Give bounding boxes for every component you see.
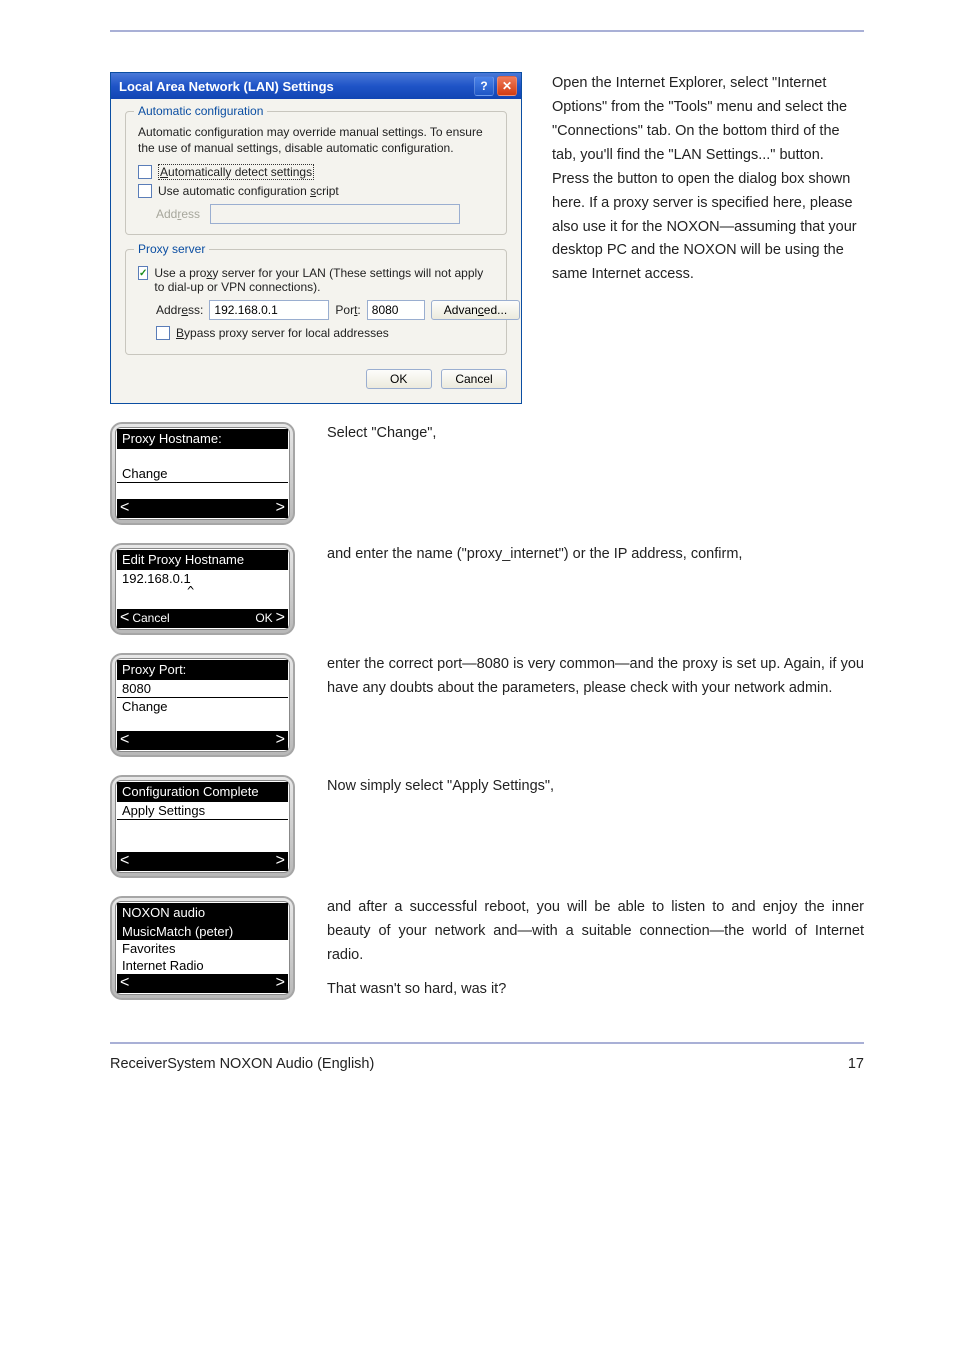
device-line[interactable]: Favorites xyxy=(117,940,288,957)
use-proxy-label: Use a proxy server for your LAN (These s… xyxy=(154,266,494,294)
device-line[interactable]: Apply Settings xyxy=(117,802,288,820)
para-successful-reboot: and after a successful reboot, you will … xyxy=(327,896,864,968)
use-proxy-checkbox[interactable]: ✓ xyxy=(138,266,148,280)
para-not-hard: That wasn't so hard, was it? xyxy=(327,978,864,1002)
device-title: Proxy Hostname: xyxy=(117,429,288,449)
nav-left-icon[interactable]: < xyxy=(120,975,129,991)
para-apply-settings: Now simply select "Apply Settings", xyxy=(327,775,864,799)
device-line: 8080 xyxy=(117,680,288,698)
nav-right-icon[interactable]: > xyxy=(276,853,285,869)
device-proxy-port: Proxy Port: 8080 Change < > xyxy=(110,653,295,757)
device-footer-cancel[interactable]: Cancel xyxy=(132,610,169,626)
nav-right-icon[interactable]: > xyxy=(276,732,285,748)
device-title: Configuration Complete xyxy=(117,782,288,802)
device-line[interactable]: 192.168.0.1 xyxy=(117,570,288,587)
device-title: NOXON audio xyxy=(117,903,288,923)
device-selected-line[interactable]: MusicMatch (peter) xyxy=(117,923,288,940)
para-select-change: Select "Change", xyxy=(327,422,864,446)
nav-right-icon[interactable]: > xyxy=(276,500,285,516)
group-legend: Proxy server xyxy=(134,242,209,256)
page-number: 17 xyxy=(848,1056,864,1072)
cancel-button[interactable]: Cancel xyxy=(441,369,507,389)
script-address-input xyxy=(210,204,460,224)
device-noxon-audio: NOXON audio MusicMatch (peter) Favorites… xyxy=(110,896,295,1000)
nav-right-icon[interactable]: > xyxy=(276,975,285,991)
device-edit-proxy-hostname: Edit Proxy Hostname 192.168.0.1 ^ < Canc… xyxy=(110,543,295,635)
proxy-address-input[interactable] xyxy=(209,300,329,320)
proxy-server-group: Proxy server ✓ Use a proxy server for yo… xyxy=(125,249,507,355)
dialog-title: Local Area Network (LAN) Settings xyxy=(119,79,471,94)
device-configuration-complete: Configuration Complete Apply Settings < … xyxy=(110,775,295,878)
device-footer-ok[interactable]: OK xyxy=(255,610,272,626)
dialog-titlebar: Local Area Network (LAN) Settings ? ✕ xyxy=(111,73,521,99)
para-lan-settings: Open the Internet Explorer, select "Inte… xyxy=(552,72,864,287)
use-script-label: Use automatic configuration script xyxy=(158,184,339,198)
nav-left-icon[interactable]: < xyxy=(120,853,129,869)
autoconf-description: Automatic configuration may override man… xyxy=(138,124,494,156)
para-enter-name: and enter the name ("proxy_internet") or… xyxy=(327,543,864,567)
device-line[interactable]: Change xyxy=(117,465,288,483)
help-icon[interactable]: ? xyxy=(474,76,494,96)
address-label-disabled: Address xyxy=(156,207,204,221)
automatic-configuration-group: Automatic configuration Automatic config… xyxy=(125,111,507,235)
bypass-local-checkbox[interactable] xyxy=(156,326,170,340)
proxy-port-label: Port: xyxy=(335,303,360,317)
detect-settings-checkbox[interactable] xyxy=(138,165,152,179)
nav-left-icon[interactable]: < xyxy=(120,732,129,748)
close-icon[interactable]: ✕ xyxy=(497,76,517,96)
nav-left-icon[interactable]: < xyxy=(120,500,129,516)
footer-left: ReceiverSystem NOXON Audio (English) xyxy=(110,1056,374,1072)
nav-left-icon[interactable]: < xyxy=(120,610,129,626)
device-title: Proxy Port: xyxy=(117,660,288,680)
advanced-button[interactable]: Advanced... xyxy=(431,300,520,320)
device-title: Edit Proxy Hostname xyxy=(117,550,288,570)
lan-settings-dialog: Local Area Network (LAN) Settings ? ✕ Au… xyxy=(110,72,522,404)
use-script-checkbox[interactable] xyxy=(138,184,152,198)
device-proxy-hostname: Proxy Hostname: Change < > xyxy=(110,422,295,525)
bottom-divider xyxy=(110,1042,864,1044)
ok-button[interactable]: OK xyxy=(366,369,432,389)
para-correct-port: enter the correct port—8080 is very comm… xyxy=(327,653,864,701)
device-line[interactable]: Internet Radio xyxy=(117,957,288,974)
detect-settings-label: Automatically detect settings xyxy=(158,164,314,180)
proxy-address-label: Address: xyxy=(156,303,203,317)
caret-icon: ^ xyxy=(117,587,288,595)
nav-right-icon[interactable]: > xyxy=(276,610,285,626)
group-legend: Automatic configuration xyxy=(134,104,267,118)
top-divider xyxy=(110,30,864,32)
device-line[interactable]: Change xyxy=(117,698,288,715)
proxy-port-input[interactable] xyxy=(367,300,425,320)
bypass-local-label: Bypass proxy server for local addresses xyxy=(176,326,389,340)
